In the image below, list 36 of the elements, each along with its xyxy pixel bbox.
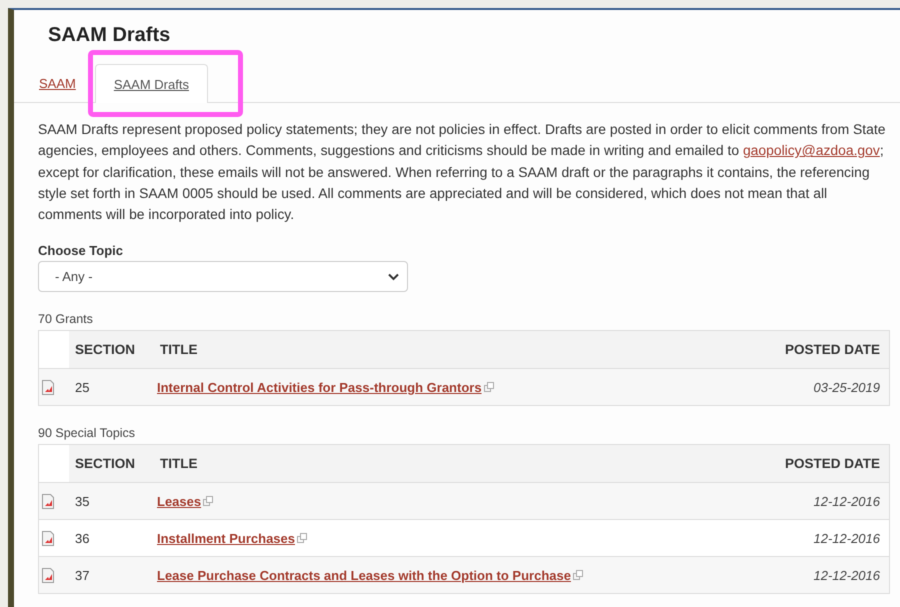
table-cell-text: 12-12-2016 [812,568,881,583]
group-heading: 70 Grants [38,312,94,326]
group-heading: 90 Special Topics [38,426,136,440]
table-cell-text: 37 [74,568,90,583]
draft-link[interactable]: Internal Control Activities for Pass-through Grantors [157,380,482,395]
column-header: TITLE [159,342,198,358]
column-header: SECTION [74,456,136,472]
column-header: POSTED DATE [784,456,881,472]
draft-link[interactable]: Installment Purchases [157,530,295,546]
draft-link[interactable]: Lease Purchase Contracts and Leases with the Option to Purchase [157,568,571,583]
tab[interactable]: SAAM [38,63,87,102]
email-link[interactable]: gaopolicy@azdoa.gov [742,142,880,158]
column-header: SECTION [74,342,136,358]
tab[interactable]: SAAM Drafts [94,64,208,103]
pdf-file-icon [42,530,54,546]
table-cell-text: 12-12-2016 [812,494,881,509]
table-cell-text: 35 [74,494,90,509]
intro-paragraph: SAAM Drafts represent proposed policy statements; they are not policies in effect. Drafts are posted in order to elicit comments from State agencies, employees and others. Comments, suggestions and criticisms should be made in writing and emailed to gaopolicy@azdoa.gov; except for clarification, these emails will not be answered. When referring to a SAAM draft or the paragraphs it contains, the referencing style set forth in SAAM 0005 should be used. All comments are appreciated and will be considered, which does not mean that all comments will be incorporated into policy. [38,120,886,224]
external-link-icon [297,533,307,544]
pdf-file-icon [42,494,54,509]
chevron-down-icon [388,272,399,281]
table-cell-text: 36 [74,530,90,546]
pdf-file-icon [42,568,54,583]
table-cell-text: 12-12-2016 [812,530,881,546]
column-header: POSTED DATE [784,342,881,358]
draft-link[interactable]: Leases [157,494,202,509]
external-link-icon [203,496,214,506]
page-title: SAAM Drafts [48,24,172,47]
external-link-icon [484,382,494,392]
topic-select[interactable]: - Any - [38,261,408,292]
table-cell-text: 25 [74,380,90,395]
filter-label: Choose Topic [38,243,124,258]
column-header: TITLE [159,456,198,472]
table-cell-text: 03-25-2019 [812,380,881,395]
external-link-icon [572,570,583,580]
pdf-file-icon [42,380,54,395]
